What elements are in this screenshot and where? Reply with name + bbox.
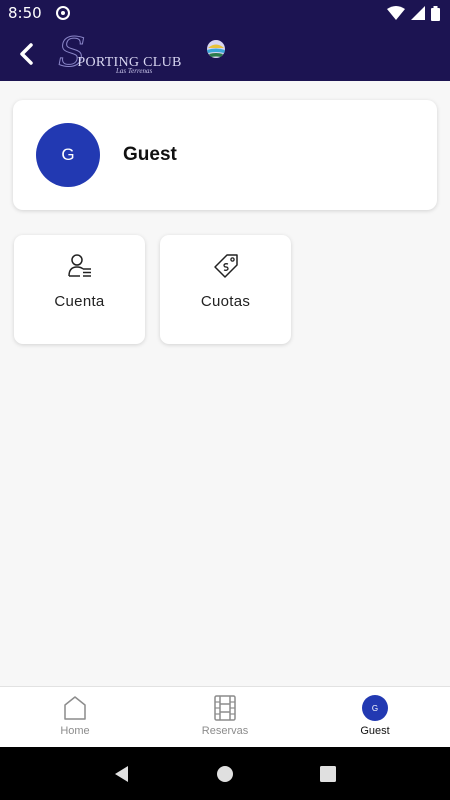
logo-subtitle: Las Terrenas xyxy=(116,66,153,75)
recents-square-icon[interactable] xyxy=(319,765,337,783)
back-arrow-icon xyxy=(20,42,33,65)
back-triangle-icon[interactable] xyxy=(113,765,131,783)
nav-item-reservas[interactable]: Reservas xyxy=(150,687,300,747)
tile-cuenta[interactable]: Cuenta xyxy=(14,235,145,344)
system-nav-bar xyxy=(0,747,450,800)
status-bar: 8:50 xyxy=(0,0,450,26)
profile-card[interactable]: G Guest xyxy=(13,100,437,210)
app-bar: S PORTING CLUB Las Terrenas xyxy=(0,26,450,81)
nav-label: Guest xyxy=(360,725,390,737)
avatar: G xyxy=(36,123,100,187)
notification-icon xyxy=(55,6,70,20)
tile-label: Cuotas xyxy=(200,293,251,310)
sporting-club-logo: S PORTING CLUB Las Terrenas xyxy=(57,29,225,79)
avatar-initial: G xyxy=(371,703,379,713)
profile-name: Guest xyxy=(123,144,177,165)
home-icon xyxy=(64,696,86,720)
bottom-nav: Home Reservas G Guest xyxy=(0,686,450,747)
nav-item-home[interactable]: Home xyxy=(0,687,150,747)
nav-item-guest[interactable]: G Guest xyxy=(300,687,450,747)
battery-icon xyxy=(431,5,440,21)
film-icon xyxy=(214,695,236,721)
user-list-icon xyxy=(67,254,91,277)
tile-cuotas[interactable]: Cuotas xyxy=(160,235,291,344)
avatar-initial: G xyxy=(61,145,75,164)
tile-label: Cuenta xyxy=(54,293,105,310)
home-circle-icon[interactable] xyxy=(216,765,234,783)
wifi-icon xyxy=(387,6,405,20)
avatar: G xyxy=(362,695,388,721)
status-time: 8:50 xyxy=(8,4,42,22)
logo-emblem-icon xyxy=(207,39,225,58)
nav-label: Reservas xyxy=(201,725,249,737)
nav-label: Home xyxy=(60,725,90,737)
back-button[interactable] xyxy=(0,26,52,81)
status-icons xyxy=(387,5,440,21)
price-tag-icon xyxy=(213,254,238,278)
signal-icon xyxy=(411,6,425,20)
